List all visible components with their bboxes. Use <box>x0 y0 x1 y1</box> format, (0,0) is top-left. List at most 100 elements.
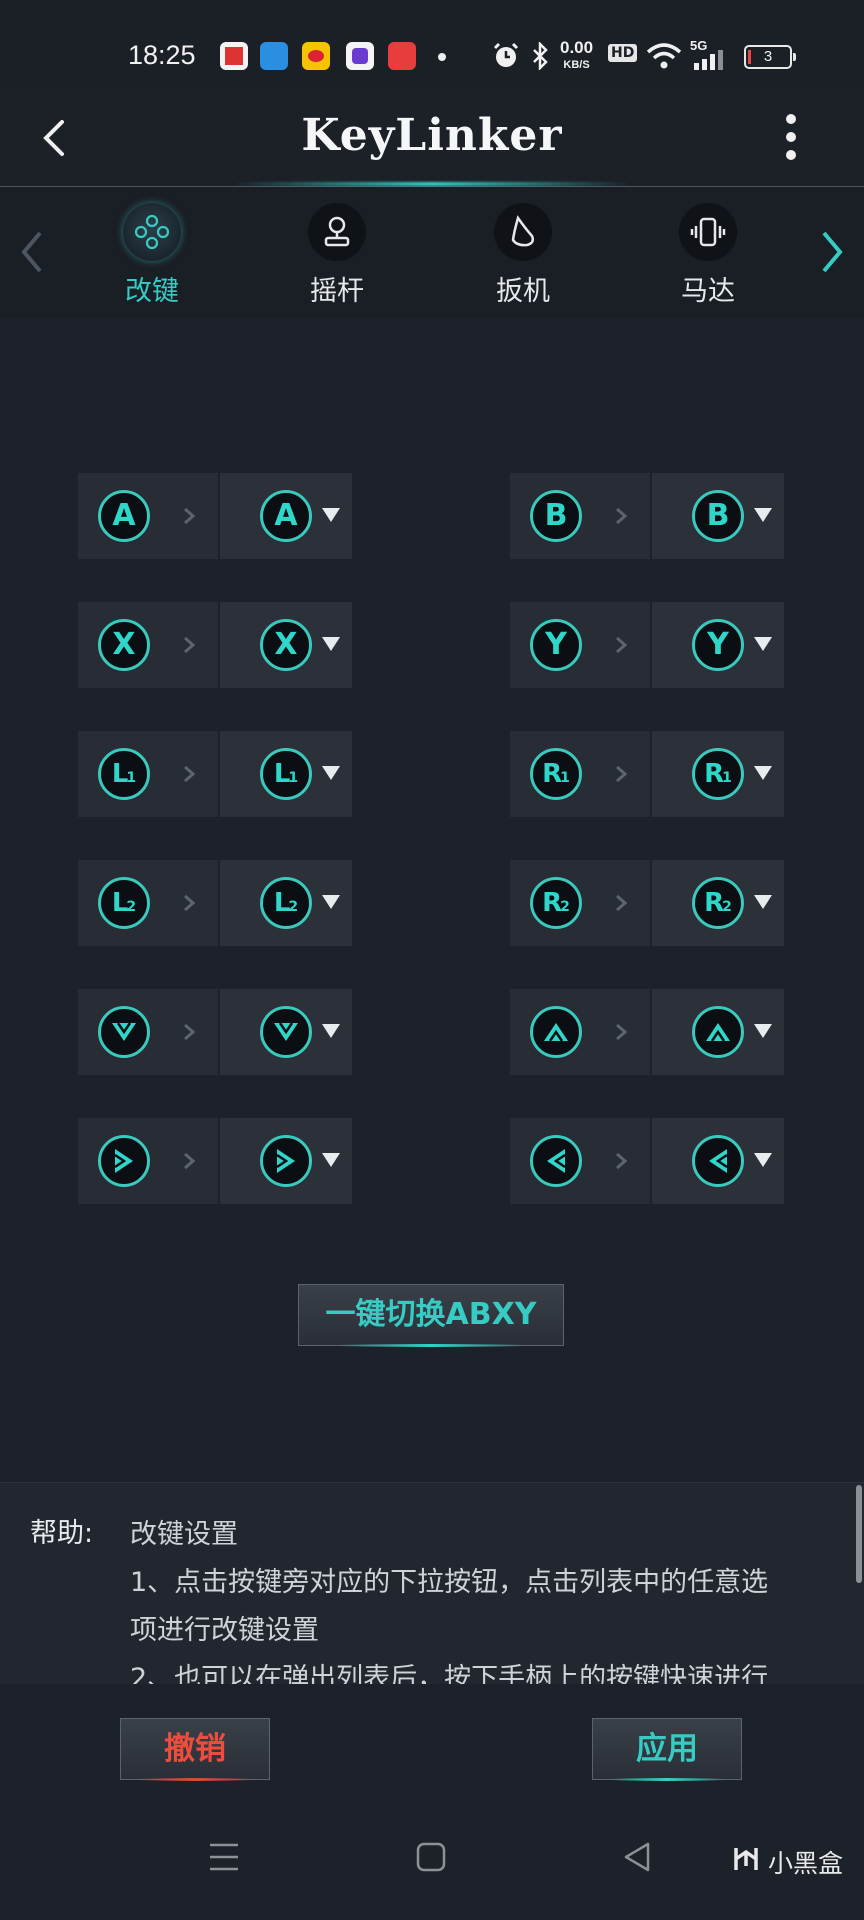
alarm-icon <box>493 42 519 67</box>
page-title: KeyLinker <box>301 110 563 161</box>
dropdown-caret-icon[interactable] <box>322 766 340 780</box>
help-line: 2、也可以在弹出列表后，按下手柄上的按键快速进行 <box>130 1663 769 1685</box>
target-key-dropdown[interactable]: R1 <box>652 731 784 817</box>
dropdown-caret-icon[interactable] <box>754 766 772 780</box>
help-line: 1、点击按键旁对应的下拉按钮，点击列表中的任意选 <box>130 1567 769 1598</box>
target-key-dropdown[interactable]: X <box>220 602 352 688</box>
target-key-dropdown[interactable] <box>652 989 784 1075</box>
mapping-arrow-icon <box>616 894 628 912</box>
mapping-arrow-icon <box>616 765 628 783</box>
key-mapping-row <box>510 989 784 1075</box>
source-key-cell <box>78 989 218 1075</box>
key-mapping-row <box>510 1118 784 1204</box>
target-key-dropdown[interactable] <box>652 1118 784 1204</box>
target-key-dropdown[interactable]: L2 <box>220 860 352 946</box>
source-key-cell <box>510 989 650 1075</box>
mapping-arrow-icon <box>616 636 628 654</box>
target-key-x-icon: X <box>260 619 312 671</box>
tab-motor[interactable]: 马达 <box>648 203 768 308</box>
apply-button[interactable]: 应用 <box>592 1718 742 1781</box>
tab-bar: 改键 摇杆 扳机 马达 <box>0 187 864 318</box>
help-content: 改键设置 1、点击按键旁对应的下拉按钮，点击列表中的任意选 项进行改键设置 2、… <box>130 1511 830 1685</box>
mapping-arrow-icon <box>184 1152 196 1170</box>
key-mapping-row: XX <box>78 602 352 688</box>
help-label: 帮助: <box>30 1518 94 1549</box>
tab-motor-label: 马达 <box>681 276 735 307</box>
back-nav-icon[interactable] <box>622 1842 652 1872</box>
target-key-dropdown[interactable] <box>220 989 352 1075</box>
bluetooth-icon <box>533 42 548 70</box>
action-bar: 撤销 应用 <box>0 1684 864 1800</box>
target-key-dropdown[interactable]: A <box>220 473 352 559</box>
target-key-down-icon <box>260 1006 312 1058</box>
dropdown-caret-icon[interactable] <box>322 1153 340 1167</box>
target-key-l2-icon: L2 <box>260 877 312 929</box>
help-panel: 帮助: 改键设置 1、点击按键旁对应的下拉按钮，点击列表中的任意选 项进行改键设… <box>0 1482 864 1685</box>
dropdown-caret-icon[interactable] <box>754 895 772 909</box>
source-key-cell: Y <box>510 602 650 688</box>
switch-abxy-button[interactable]: 一键切换ABXY <box>298 1284 564 1347</box>
tab-joystick-label: 摇杆 <box>310 276 364 307</box>
key-mapping-row: AA <box>78 473 352 559</box>
tab-remap[interactable]: 改键 <box>92 203 212 308</box>
mapping-arrow-icon <box>616 1152 628 1170</box>
dropdown-caret-icon[interactable] <box>322 1024 340 1038</box>
source-key-up-icon <box>530 1006 582 1058</box>
mapping-arrow-icon <box>184 636 196 654</box>
dropdown-caret-icon[interactable] <box>754 637 772 651</box>
source-key-b-icon: B <box>530 490 582 542</box>
tabs-next-arrow-icon[interactable] <box>818 229 846 275</box>
tab-remap-label: 改键 <box>125 276 179 307</box>
tab-joystick[interactable]: 摇杆 <box>277 203 397 308</box>
target-key-dropdown[interactable]: Y <box>652 602 784 688</box>
target-key-dropdown[interactable]: B <box>652 473 784 559</box>
help-line: 项进行改键设置 <box>130 1615 319 1646</box>
dropdown-caret-icon[interactable] <box>754 508 772 522</box>
source-key-r2-icon: R2 <box>530 877 582 929</box>
menu-icon[interactable] <box>208 1842 240 1872</box>
tabs-prev-arrow-icon[interactable] <box>18 229 46 275</box>
target-key-dropdown[interactable]: R2 <box>652 860 784 946</box>
source-key-cell: L1 <box>78 731 218 817</box>
app-header: KeyLinker <box>0 90 864 187</box>
source-key-left-icon <box>530 1135 582 1187</box>
target-key-y-icon: Y <box>692 619 744 671</box>
dropdown-caret-icon[interactable] <box>322 895 340 909</box>
source-key-cell <box>78 1118 218 1204</box>
target-key-a-icon: A <box>260 490 312 542</box>
home-icon[interactable] <box>416 1842 446 1872</box>
key-mapping-row: R1 R1 <box>510 731 784 817</box>
help-scrollbar[interactable] <box>856 1485 862 1583</box>
dropdown-caret-icon[interactable] <box>322 508 340 522</box>
target-key-r2-icon: R2 <box>692 877 744 929</box>
target-key-dropdown[interactable]: L1 <box>220 731 352 817</box>
mapping-arrow-icon <box>616 507 628 525</box>
target-key-up-icon <box>692 1006 744 1058</box>
dropdown-caret-icon[interactable] <box>754 1024 772 1038</box>
target-key-r1-icon: R1 <box>692 748 744 800</box>
key-mapping-row <box>78 1118 352 1204</box>
target-key-dropdown[interactable] <box>220 1118 352 1204</box>
mapping-arrow-icon <box>184 765 196 783</box>
mapping-arrow-icon <box>184 894 196 912</box>
help-line: 改键设置 <box>130 1519 238 1550</box>
key-mapping-row <box>78 989 352 1075</box>
source-key-cell: X <box>78 602 218 688</box>
status-bar: 18:25 0.00 KB/S HD 5G 3 <box>0 0 864 90</box>
dropdown-caret-icon[interactable] <box>322 637 340 651</box>
browser-app-icon <box>260 42 288 70</box>
more-menu-icon[interactable] <box>776 114 806 168</box>
source-key-cell: A <box>78 473 218 559</box>
signal-icon <box>694 50 723 70</box>
key-mapping-row: L1 L1 <box>78 731 352 817</box>
source-key-l1-icon: L1 <box>98 748 150 800</box>
mapping-arrow-icon <box>616 1023 628 1041</box>
source-key-l2-icon: L2 <box>98 877 150 929</box>
news-app-icon <box>220 42 248 70</box>
key-mapping-row: YY <box>510 602 784 688</box>
tab-trigger[interactable]: 扳机 <box>463 203 583 308</box>
dropdown-caret-icon[interactable] <box>754 1153 772 1167</box>
cancel-button[interactable]: 撤销 <box>120 1718 270 1781</box>
gamepad-icon <box>123 203 181 261</box>
source-key-r1-icon: R1 <box>530 748 582 800</box>
